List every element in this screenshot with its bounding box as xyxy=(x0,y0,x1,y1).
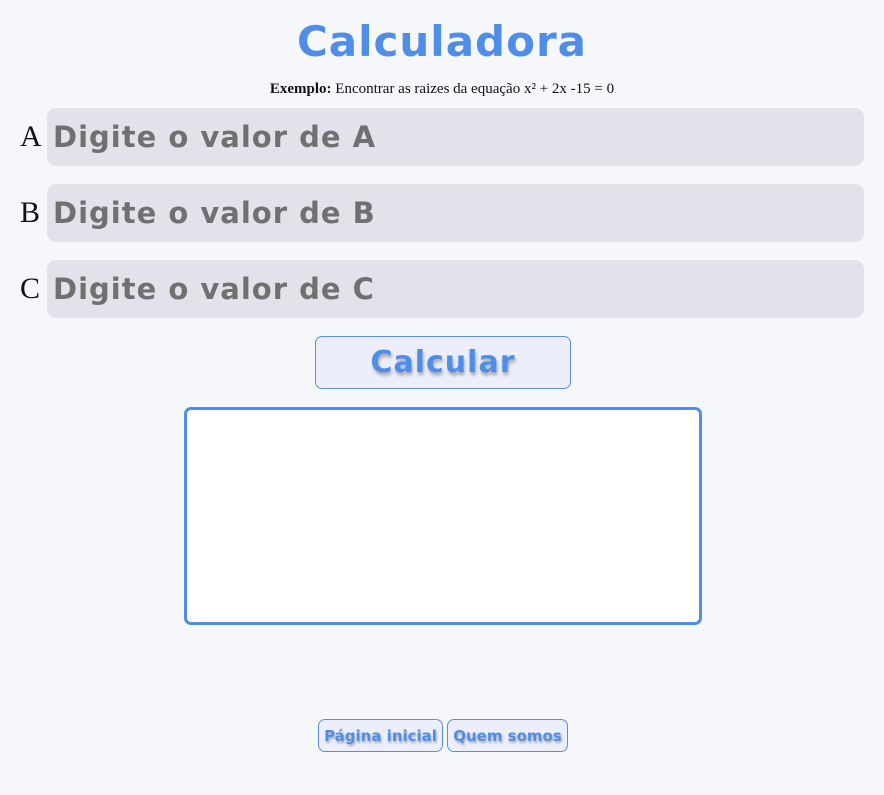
value-c-input[interactable] xyxy=(47,260,864,318)
example-text: Exemplo: Encontrar as raizes da equação … xyxy=(0,79,884,99)
field-row-c: C xyxy=(20,260,864,318)
result-box xyxy=(184,407,702,625)
value-b-input[interactable] xyxy=(47,184,864,242)
field-label-a: A xyxy=(20,120,42,153)
value-a-input[interactable] xyxy=(47,108,864,166)
about-button[interactable]: Quem somos xyxy=(447,719,568,752)
field-label-c: C xyxy=(20,272,41,305)
example-equation: Encontrar as raizes da equação x² + 2x -… xyxy=(331,81,615,97)
calculate-button[interactable]: Calcular xyxy=(315,336,571,389)
page-title: Calculadora xyxy=(296,17,588,66)
field-label-b: B xyxy=(20,196,41,229)
field-row-b: B xyxy=(20,184,864,242)
field-row-a: A xyxy=(20,108,864,166)
example-label: Exemplo: xyxy=(269,81,332,97)
home-button[interactable]: Página inicial xyxy=(318,719,443,752)
